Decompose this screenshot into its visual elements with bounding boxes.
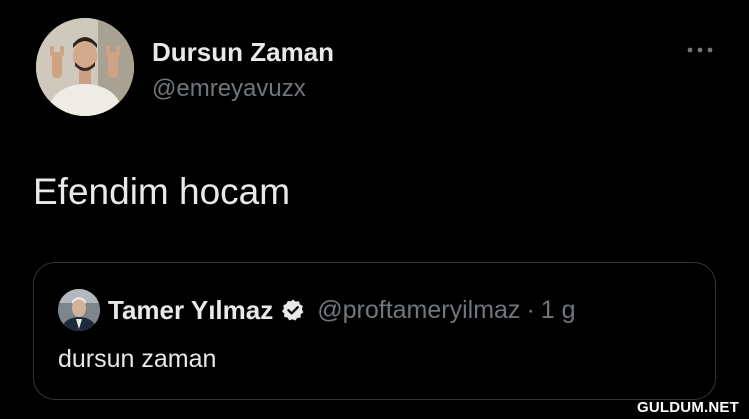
quoted-tweet-text: dursun zaman (58, 345, 217, 373)
quoted-author-handle[interactable]: @proftameryilmaz (317, 296, 520, 325)
quoted-avatar-photo (58, 289, 100, 331)
author-handle[interactable]: @emreyavuzx (152, 74, 306, 104)
watermark: GULDUM.NET (637, 399, 739, 416)
separator-dot: · (526, 295, 535, 324)
more-dots-icon (687, 47, 713, 53)
avatar-photo (36, 18, 134, 116)
quoted-author-display-name[interactable]: Tamer Yılmaz (108, 295, 273, 326)
quoted-tweet-header: Tamer Yılmaz @proftameryilmaz · 1 g (108, 293, 576, 327)
more-options-button[interactable] (682, 38, 718, 62)
quoted-tweet-card[interactable]: Tamer Yılmaz @proftameryilmaz · 1 g durs… (33, 262, 716, 400)
tweet-text: Efendim hocam (33, 171, 291, 212)
quoted-author-avatar[interactable] (58, 289, 100, 331)
author-display-name[interactable]: Dursun Zaman (152, 36, 334, 68)
quoted-timestamp[interactable]: 1 g (541, 296, 576, 325)
author-avatar[interactable] (36, 18, 134, 116)
verified-badge-icon (281, 298, 305, 322)
